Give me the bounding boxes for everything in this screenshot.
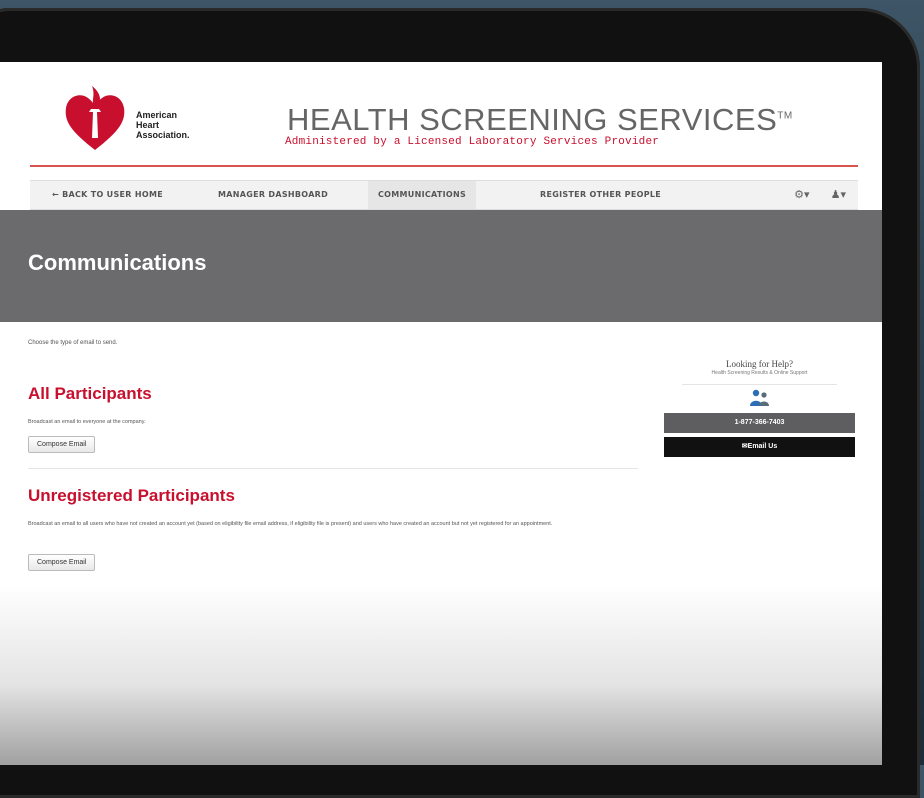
logo-line: Heart bbox=[136, 120, 160, 130]
section-description: Broadcast an email to everyone at the co… bbox=[28, 419, 146, 425]
trademark-mark: TM bbox=[777, 110, 793, 122]
logo-wordmark: American Heart Association. bbox=[136, 110, 226, 140]
nav-manager-dashboard[interactable]: MANAGER DASHBOARD bbox=[208, 181, 338, 209]
section-divider bbox=[28, 468, 638, 469]
help-phone-button[interactable]: 1-877-366-7403 bbox=[664, 413, 855, 433]
section-title-all-participants: All Participants bbox=[28, 384, 152, 403]
user-icon[interactable]: ♟▾ bbox=[831, 189, 846, 201]
logo-line: Association. bbox=[136, 130, 190, 140]
nav-utility-icons: ⚙▾ ♟▾ bbox=[776, 181, 846, 209]
nav-register-other-people[interactable]: REGISTER OTHER PEOPLE bbox=[530, 181, 671, 209]
browser-screen: American Heart Association. HEALTH SCREE… bbox=[0, 62, 882, 765]
logo-line: American bbox=[136, 110, 178, 120]
header-divider bbox=[30, 165, 858, 167]
site-title: HEALTH SCREENING SERVICESTM bbox=[287, 102, 793, 138]
site-header: American Heart Association. HEALTH SCREE… bbox=[0, 62, 882, 167]
compose-email-all-button[interactable]: Compose Email bbox=[28, 436, 96, 453]
main-nav: ← BACK TO USER HOME MANAGER DASHBOARD CO… bbox=[30, 180, 858, 210]
compose-email-unregistered-button[interactable]: Compose Email bbox=[28, 554, 96, 571]
section-title-unregistered-participants: Unregistered Participants bbox=[28, 486, 235, 505]
page-intro: Choose the type of email to send. bbox=[28, 340, 118, 346]
help-panel: Looking for Help? Health Screening Resul… bbox=[664, 354, 855, 457]
section-description: Broadcast an email to all users who have… bbox=[28, 521, 553, 527]
nav-communications[interactable]: COMMUNICATIONS bbox=[368, 181, 477, 209]
page-title: Communications bbox=[28, 250, 207, 275]
people-icon bbox=[664, 389, 855, 407]
nav-back-to-user-home[interactable]: ← BACK TO USER HOME bbox=[42, 181, 173, 209]
page-banner: Communications bbox=[0, 210, 882, 322]
site-title-text: HEALTH SCREENING SERVICES bbox=[287, 102, 778, 137]
email-us-button[interactable]: ✉Email Us bbox=[664, 437, 855, 457]
aha-logo[interactable]: American Heart Association. bbox=[62, 74, 222, 154]
help-divider bbox=[682, 384, 837, 385]
help-title: Looking for Help? bbox=[726, 359, 793, 369]
heart-torch-logo-icon bbox=[65, 86, 125, 150]
site-subtitle: Administered by a Licensed Laboratory Se… bbox=[285, 136, 660, 148]
gear-icon[interactable]: ⚙▾ bbox=[794, 189, 809, 201]
help-subtitle: Health Screening Results & Online Suppor… bbox=[711, 370, 808, 376]
